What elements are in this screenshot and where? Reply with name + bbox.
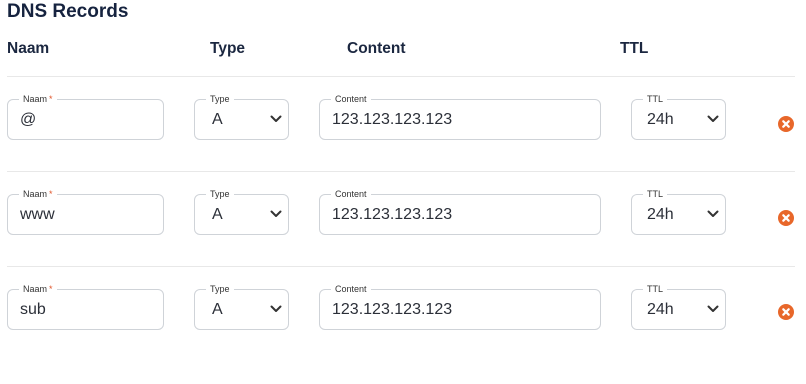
chevron-down-icon — [707, 115, 719, 122]
content-field-label: Content — [331, 92, 371, 106]
row-divider — [7, 266, 795, 267]
chevron-down-icon — [707, 210, 719, 217]
name-field[interactable]: Naam * @ — [7, 92, 164, 140]
dns-record-row: Naam * sub Type A Content 123.123.123.123… — [0, 282, 806, 384]
ttl-select[interactable]: TTL 24h — [631, 282, 726, 330]
ttl-select[interactable]: TTL 24h — [631, 187, 726, 235]
content-field-value: 123.123.123.123 — [332, 111, 453, 128]
remove-circle-icon[interactable] — [778, 304, 794, 320]
column-header-ttl: TTL — [620, 40, 649, 57]
ttl-select-value: 24h — [647, 111, 674, 128]
ttl-select-label: TTL — [643, 92, 668, 106]
chevron-down-icon — [707, 305, 719, 312]
name-field-value: www — [20, 206, 55, 223]
remove-circle-icon[interactable] — [778, 210, 794, 226]
column-header-content: Content — [347, 40, 406, 57]
content-field[interactable]: Content 123.123.123.123 — [319, 282, 601, 330]
content-field-label: Content — [331, 282, 371, 296]
name-field-value: sub — [20, 301, 46, 318]
ttl-select-label: TTL — [643, 187, 668, 201]
column-header-name: Naam — [7, 40, 50, 57]
ttl-select-value: 24h — [647, 206, 674, 223]
chevron-down-icon — [270, 305, 282, 312]
row-divider — [7, 171, 795, 172]
content-field[interactable]: Content 123.123.123.123 — [319, 187, 601, 235]
name-field[interactable]: Naam * sub — [7, 282, 164, 330]
type-select[interactable]: Type A — [194, 92, 289, 140]
column-header-type: Type — [210, 40, 246, 57]
type-select-label: Type — [206, 282, 234, 296]
content-field-label: Content — [331, 187, 371, 201]
remove-circle-icon[interactable] — [778, 116, 794, 132]
dns-record-row: Naam * www Type A Content 123.123.123.123… — [0, 187, 806, 289]
name-field-label: Naam * — [19, 187, 57, 201]
name-field[interactable]: Naam * www — [7, 187, 164, 235]
ttl-select-value: 24h — [647, 301, 674, 318]
type-select-value: A — [212, 301, 223, 318]
type-select[interactable]: Type A — [194, 187, 289, 235]
type-select-label: Type — [206, 187, 234, 201]
section-title: DNS Records — [7, 1, 129, 22]
row-divider — [7, 76, 795, 77]
name-field-label: Naam * — [19, 282, 57, 296]
ttl-select[interactable]: TTL 24h — [631, 92, 726, 140]
content-field[interactable]: Content 123.123.123.123 — [319, 92, 601, 140]
content-field-value: 123.123.123.123 — [332, 206, 453, 223]
type-select[interactable]: Type A — [194, 282, 289, 330]
content-field-value: 123.123.123.123 — [332, 301, 453, 318]
type-select-label: Type — [206, 92, 234, 106]
ttl-select-label: TTL — [643, 282, 668, 296]
dns-record-row: Naam * @ Type A Content 123.123.123.123 T… — [0, 92, 806, 194]
type-select-value: A — [212, 206, 223, 223]
chevron-down-icon — [270, 115, 282, 122]
type-select-value: A — [212, 111, 223, 128]
chevron-down-icon — [270, 210, 282, 217]
name-field-label: Naam * — [19, 92, 57, 106]
name-field-value: @ — [20, 111, 37, 128]
